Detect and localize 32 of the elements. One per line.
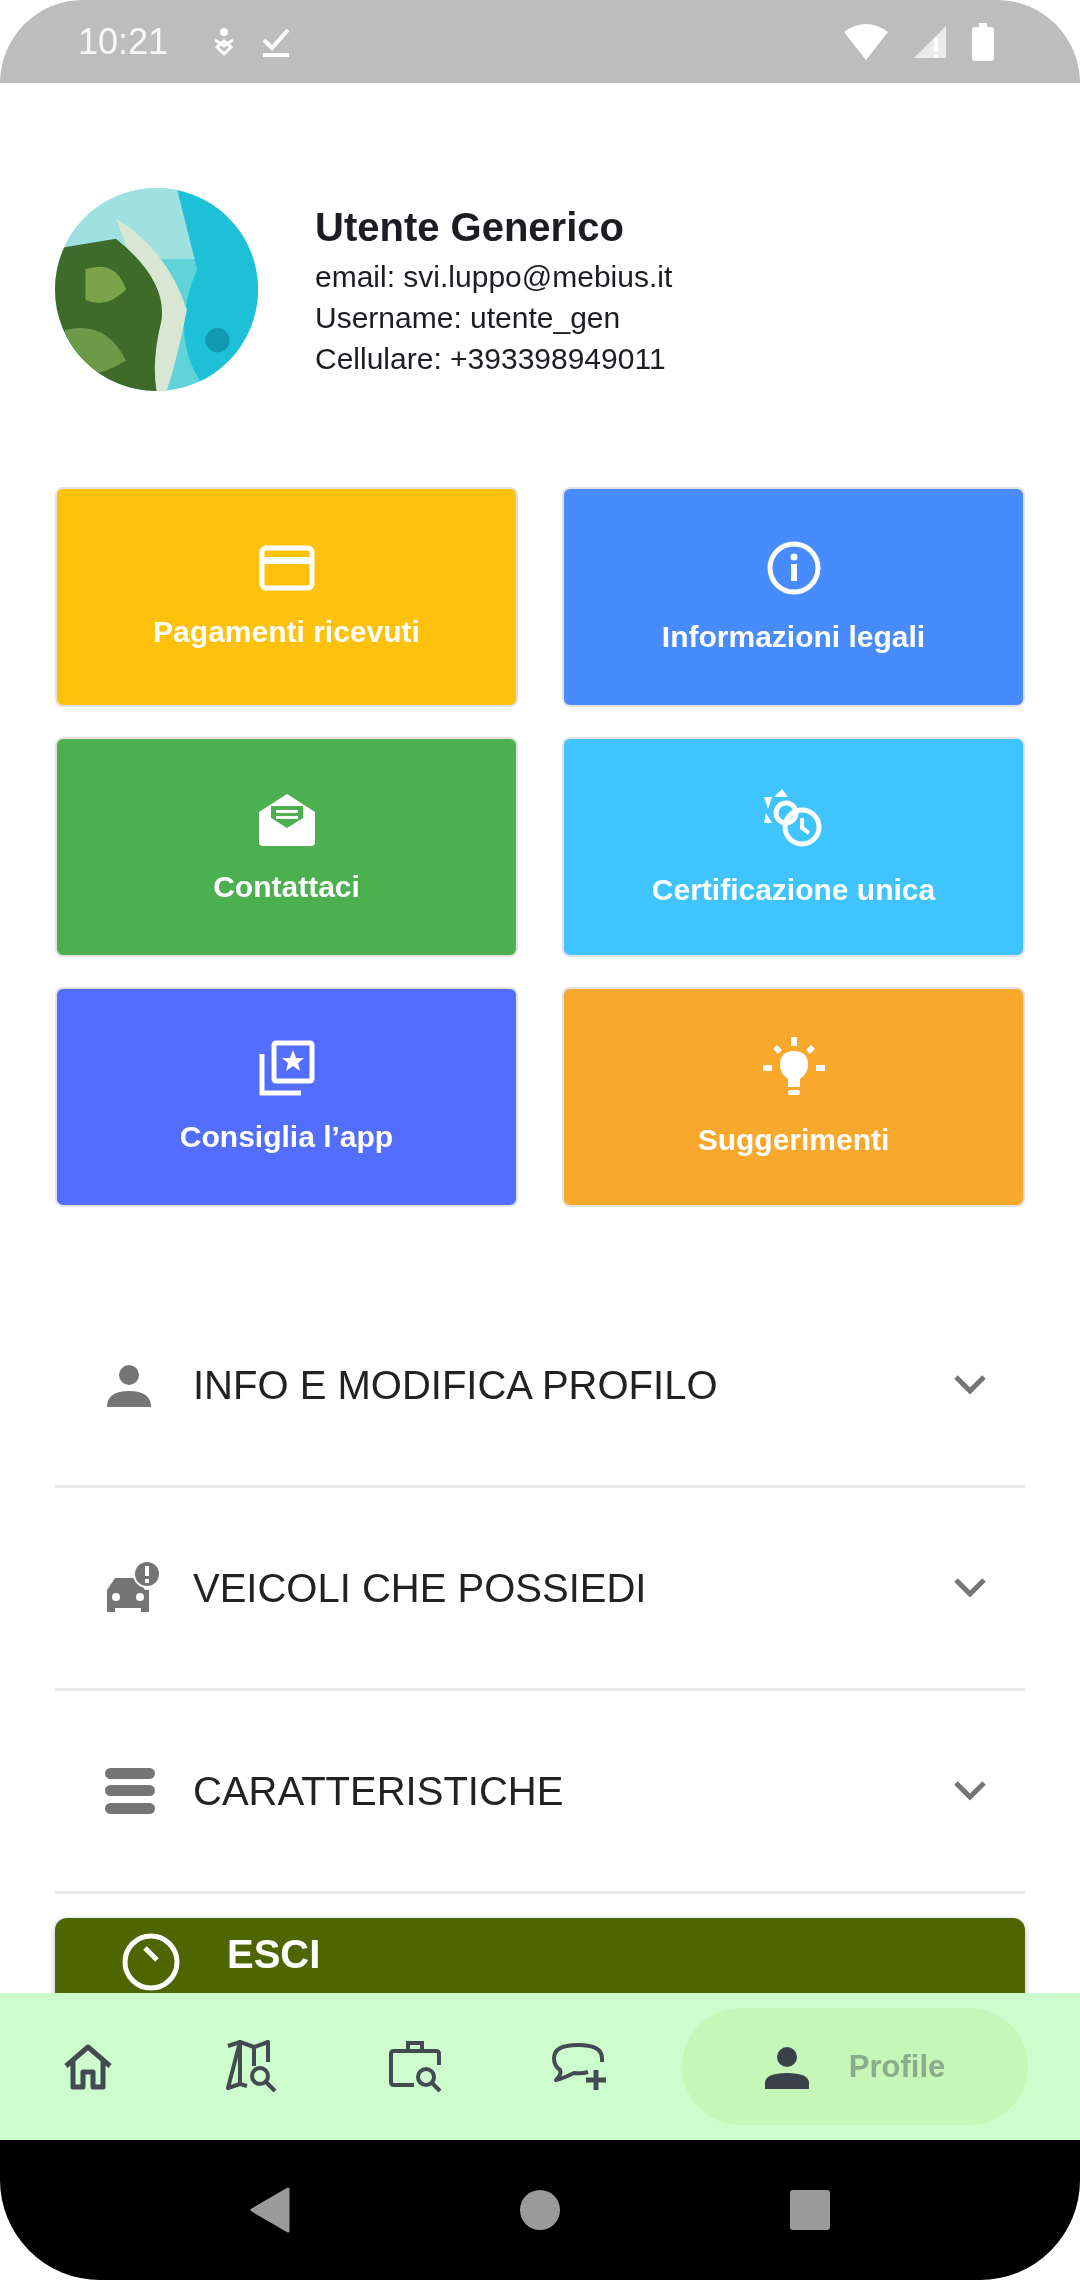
info-icon: [765, 540, 822, 596]
clock-badge-icon: [763, 787, 824, 849]
credit-card-icon: [258, 545, 315, 591]
nav-tab[interactable]: Profile: [682, 2008, 1028, 2125]
menu-tile[interactable]: Contattaci: [55, 737, 518, 957]
accordion-header[interactable]: CARATTERISTICHE: [55, 1691, 1025, 1894]
menu-tile[interactable]: Suggerimenti: [562, 987, 1025, 1207]
menu-tile[interactable]: Certificazione unica: [562, 737, 1025, 957]
logout-button[interactable]: ESCI: [55, 1918, 1025, 1993]
back-icon[interactable]: [250, 2187, 290, 2233]
home-button-icon[interactable]: [520, 2190, 560, 2230]
person-icon: [764, 2044, 809, 2089]
profile-detail: Cellulare: +393398949011: [315, 340, 667, 377]
status-time: 10:21: [78, 20, 169, 63]
home-icon: [63, 2043, 113, 2090]
menu-tile[interactable]: Informazioni legali: [562, 487, 1025, 707]
star-photos-icon: [258, 1040, 315, 1096]
wifi-icon: [844, 23, 888, 60]
menu-tile[interactable]: Consiglia l’app: [55, 987, 518, 1207]
list-icon: [105, 1768, 155, 1814]
map-search-icon: [225, 2039, 279, 2094]
profile-detail: Username: utente_gen: [315, 299, 622, 336]
section-title: VEICOLI CHE POSSIEDI: [193, 1565, 648, 1611]
battery-icon: [972, 22, 994, 61]
section-title: CARATTERISTICHE: [193, 1768, 565, 1814]
accordion-header[interactable]: INFO E MODIFICA PROFILO: [55, 1285, 1025, 1488]
briefcase-search-icon: [388, 2038, 444, 2095]
accordion-header[interactable]: VEICOLI CHE POSSIEDI: [55, 1488, 1025, 1691]
section-title: INFO E MODIFICA PROFILO: [193, 1362, 719, 1408]
chat-add-icon: [552, 2041, 608, 2092]
profile-detail: email: svi.luppo@mebius.it: [315, 258, 673, 295]
user-name: Utente Generico: [315, 204, 625, 250]
